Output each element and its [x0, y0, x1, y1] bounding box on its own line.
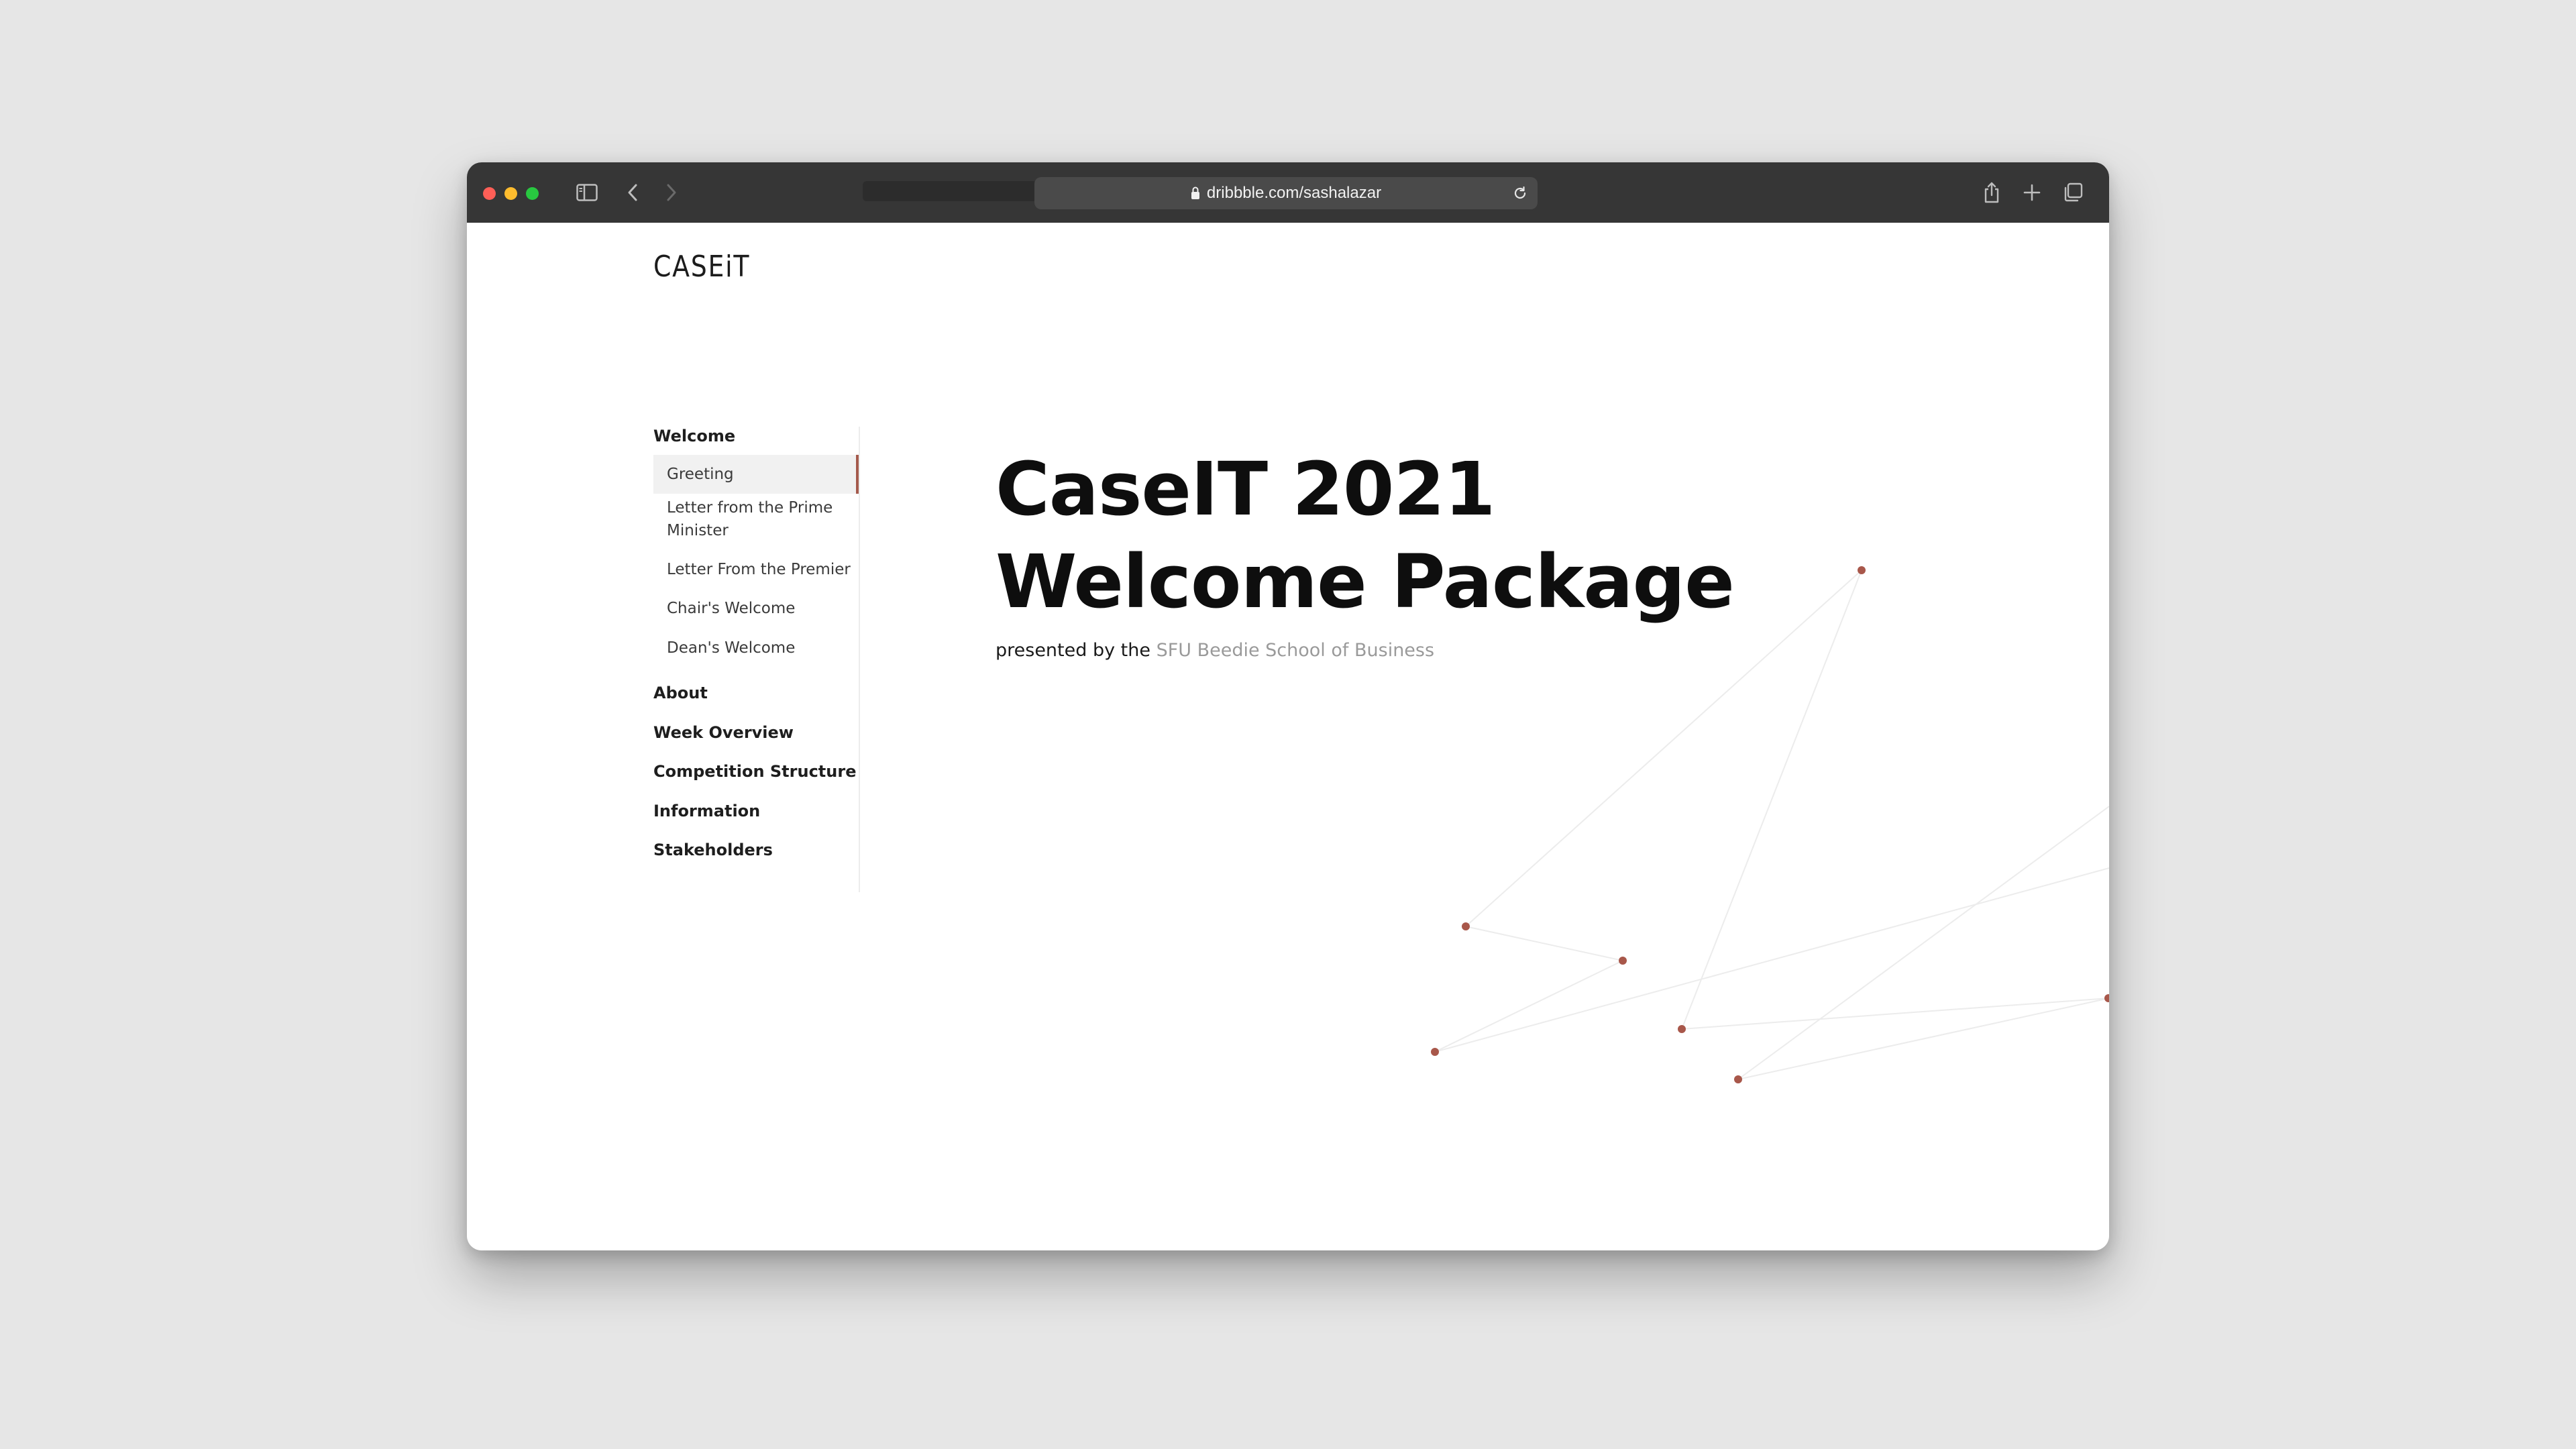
tab-placeholder[interactable]	[863, 181, 1037, 201]
lock-icon	[1191, 186, 1200, 200]
zoom-window-button[interactable]	[526, 187, 539, 200]
sfu-beedie-link[interactable]: SFU Beedie School of Business	[1157, 640, 1434, 661]
nav-section-week-overview[interactable]: Week Overview	[653, 723, 794, 742]
nav-section-about[interactable]: About	[653, 684, 708, 702]
nav-item-greeting[interactable]: Greeting	[653, 455, 859, 494]
close-window-button[interactable]	[483, 187, 496, 200]
nav-item-deans-welcome[interactable]: Dean's Welcome	[653, 637, 859, 659]
caseit-logo[interactable]: CASEiT	[653, 250, 750, 284]
nav-section-welcome[interactable]: Welcome	[653, 427, 735, 445]
nav-item-chairs-welcome[interactable]: Chair's Welcome	[653, 597, 859, 620]
browser-window: dribbble.com/sashalazar CASEiT Welcome G…	[467, 162, 2109, 1250]
nav-section-competition-structure[interactable]: Competition Structure	[653, 762, 856, 781]
sidebar-nav: Welcome Greeting Letter from the Prime M…	[653, 427, 860, 892]
page-title: CaseIT 2021 Welcome Package	[996, 446, 1735, 625]
presented-prefix: presented by the	[996, 640, 1150, 661]
reload-icon[interactable]	[1509, 182, 1531, 204]
nav-section-stakeholders[interactable]: Stakeholders	[653, 841, 773, 859]
forward-icon[interactable]	[657, 178, 686, 207]
browser-toolbar: dribbble.com/sashalazar	[467, 162, 2109, 223]
sidebar-icon[interactable]	[573, 178, 601, 207]
address-bar[interactable]: dribbble.com/sashalazar	[1034, 177, 1538, 209]
url-text: dribbble.com/sashalazar	[1206, 184, 1382, 202]
nav-section-information[interactable]: Information	[653, 802, 760, 820]
presented-by-line: presented by the SFU Beedie School of Bu…	[996, 640, 1434, 661]
minimize-window-button[interactable]	[504, 187, 517, 200]
page-content: CASEiT Welcome Greeting Letter from the …	[467, 223, 2109, 1250]
back-icon[interactable]	[619, 178, 647, 207]
nav-item-letter-prime-minister[interactable]: Letter from the Prime Minister	[653, 496, 859, 542]
new-tab-icon[interactable]	[2018, 178, 2046, 207]
nav-item-letter-premier[interactable]: Letter From the Premier	[653, 558, 859, 581]
tabs-overview-icon[interactable]	[2059, 178, 2087, 207]
share-icon[interactable]	[1978, 178, 2006, 207]
